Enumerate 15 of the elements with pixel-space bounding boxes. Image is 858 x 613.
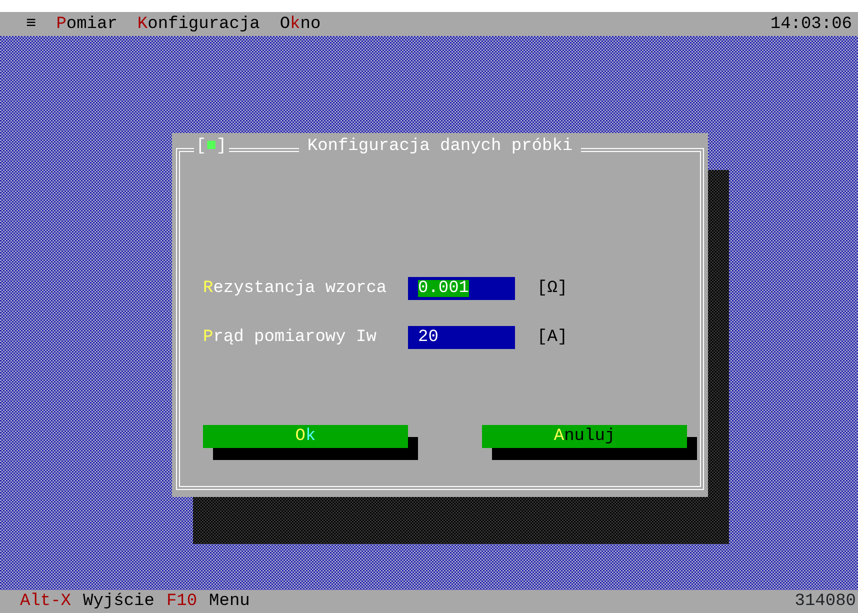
memory-counter: 314080: [794, 593, 856, 610]
dialog-button[interactable]: Anuluj: [482, 425, 687, 448]
menu-item[interactable]: Konfiguracja: [127, 16, 270, 32]
system-menu-icon[interactable]: ≡: [26, 16, 46, 32]
clock: 14:03:06: [770, 16, 852, 32]
shortcut-label[interactable]: Menu: [209, 593, 250, 610]
shortcut-label[interactable]: Wyjście: [83, 593, 154, 610]
dialog-title: Konfiguracja danych próbki: [299, 138, 581, 155]
menu-item[interactable]: Pomiar: [46, 16, 128, 32]
input-field[interactable]: 20: [408, 326, 515, 349]
menu-item[interactable]: Okno: [270, 16, 331, 32]
field-label: Prąd pomiarowy Iw: [203, 329, 378, 346]
unit-label: [Ω]: [537, 280, 568, 297]
field-label: Rezystancja wzorca: [203, 280, 388, 297]
unit-label: [A]: [537, 329, 568, 346]
